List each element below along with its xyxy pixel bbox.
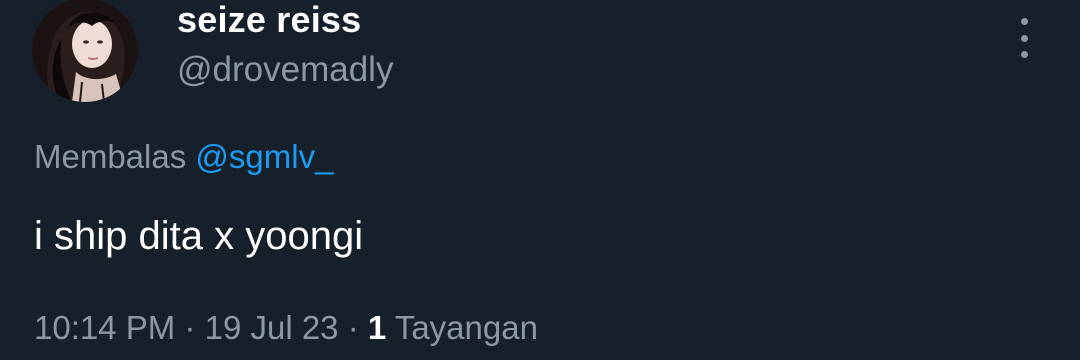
more-dot xyxy=(1020,51,1028,58)
meta-separator: · xyxy=(347,309,359,346)
tweet-meta: 10:14 PM · 19 Jul 23 · 1 Tayangan xyxy=(34,306,538,350)
views-count[interactable]: 1 xyxy=(368,309,386,346)
more-vertical-icon[interactable] xyxy=(1010,16,1038,60)
meta-separator: · xyxy=(184,309,196,346)
views-label[interactable]: Tayangan xyxy=(395,309,538,346)
author-display-name[interactable]: seize reiss xyxy=(177,0,361,42)
tweet-text: i ship dita x yoongi xyxy=(34,214,364,258)
reply-prefix: Membalas xyxy=(34,138,187,175)
reply-mention-link[interactable]: @sgmlv_ xyxy=(195,138,333,175)
avatar[interactable] xyxy=(32,0,138,102)
tweet-date[interactable]: 19 Jul 23 xyxy=(205,309,339,346)
more-dot xyxy=(1020,34,1028,42)
tweet-time[interactable]: 10:14 PM xyxy=(34,309,175,346)
reply-context: Membalas @sgmlv_ xyxy=(34,136,333,178)
author-handle[interactable]: @drovemadly xyxy=(177,48,393,92)
profile-photo xyxy=(32,0,138,102)
more-dot xyxy=(1020,18,1028,25)
